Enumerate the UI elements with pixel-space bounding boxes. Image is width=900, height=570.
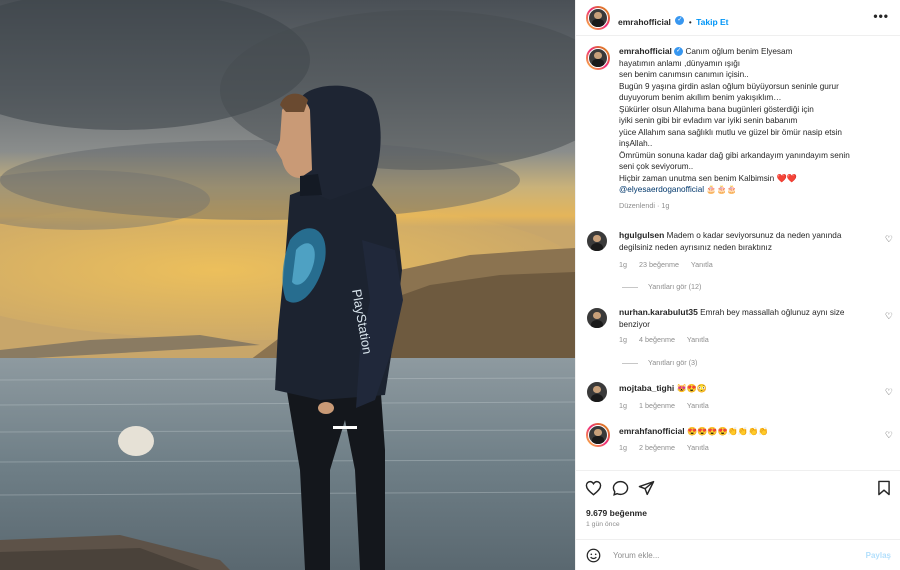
caption-line: duyuyorum benim akıllım benim yakışıklım…: [619, 93, 782, 102]
replies-divider: [622, 362, 638, 364]
reply-button[interactable]: Yanıtla: [687, 335, 709, 344]
comment-likes[interactable]: 4 beğenme: [639, 335, 675, 344]
reply-button[interactable]: Yanıtla: [687, 443, 709, 452]
caption-meta: Düzenlendi · 1g: [619, 200, 670, 210]
post-caption: emrahofficial ✓ Canım oğlum benim Elyesa…: [619, 46, 889, 211]
comment-time: 1g: [619, 401, 627, 410]
comment-bubble-icon[interactable]: [612, 480, 629, 501]
comment-text: degilsiniz neden ayrısınız neden bıraktı…: [619, 242, 772, 252]
share-paper-plane-icon[interactable]: [638, 480, 655, 501]
replies-divider: [622, 286, 638, 288]
comment-text: Emrah bey massallah oğlunuz aynı size: [700, 308, 845, 317]
mention-link[interactable]: @elyesaerdoganofficial: [619, 185, 704, 194]
post-header: emrahofficial ✓ • Takip Et •••: [576, 0, 900, 36]
like-comment-heart-icon[interactable]: ♡: [885, 234, 893, 245]
caption-line: Canım oğlum benim Elyesam: [685, 47, 793, 56]
post-comment-button[interactable]: Paylaş: [866, 551, 891, 560]
caption-line: yüce Allahım sana sağlıklı mutlu ve güze…: [619, 127, 842, 137]
verified-badge-icon: ✓: [675, 16, 685, 26]
commenter-username[interactable]: hgulgulsen: [619, 230, 664, 240]
comment-time: 1g: [619, 443, 627, 452]
add-comment-bar: Yorum ekle... Paylaş: [576, 539, 900, 570]
author-avatar[interactable]: [586, 6, 610, 30]
caption-line: seni çok seviyorum..: [619, 162, 694, 171]
more-options-icon[interactable]: •••: [873, 9, 889, 23]
comment-time: 1g: [619, 260, 627, 269]
view-replies-label: Yanıtları gör (3): [648, 358, 698, 367]
verified-badge-icon: ✓: [674, 47, 684, 57]
comment-text: benziyor: [619, 319, 650, 329]
mention-emoji: 🎂🎂🎂: [706, 185, 737, 194]
like-heart-icon[interactable]: [585, 480, 602, 501]
emoji-smiley-icon[interactable]: [586, 548, 601, 568]
commenter-username[interactable]: mojtaba_tighi: [619, 383, 674, 393]
reply-button[interactable]: Yanıtla: [687, 401, 709, 410]
view-replies-label: Yanıtları gör (12): [648, 282, 702, 291]
caption-username[interactable]: emrahofficial: [619, 46, 672, 56]
comment-likes[interactable]: 23 beğenme: [639, 260, 679, 269]
caption-line: Hiçbir zaman unutma sen benim Kalbimsin …: [619, 173, 797, 183]
comment-text: 😻😍😳: [676, 384, 708, 393]
caption-line: inşAllah..: [619, 139, 653, 148]
commenter-username[interactable]: emrahfanofficial: [619, 426, 685, 436]
post-panel: emrahofficial ✓ • Takip Et ••• emrahoffi…: [575, 0, 900, 570]
caption-avatar[interactable]: [586, 46, 610, 70]
commenter-avatar[interactable]: [586, 307, 608, 329]
commenter-avatar[interactable]: [586, 381, 608, 403]
like-count[interactable]: 9.679 beğenme: [586, 508, 647, 518]
post-time: 1 gün önce: [586, 521, 620, 528]
commenter-username[interactable]: nurhan.karabulut35: [619, 307, 698, 317]
comment-text: 😍😍😍😍👏👏👏👏: [686, 427, 769, 436]
caption-line: Ömrümün sonuna kadar dağ gibi arkandayım…: [619, 150, 850, 160]
separator-dot: •: [688, 18, 692, 27]
reply-button[interactable]: Yanıtla: [691, 260, 713, 269]
author-username[interactable]: emrahofficial: [618, 17, 671, 27]
photo-image: PlayStation: [0, 0, 575, 570]
comment-likes[interactable]: 2 beğenme: [639, 443, 675, 452]
post-actions: 9.679 beğenme 1 gün önce Yorum ekle... P…: [576, 470, 900, 570]
view-replies-button[interactable]: Yanıtları gör (12): [622, 282, 701, 291]
comment-text: Madem o kadar seviyorsunuz da neden yanı…: [666, 231, 842, 240]
caption-line: sen benim canımsın canımın içisin..: [619, 70, 749, 79]
comment-likes[interactable]: 1 beğenme: [639, 401, 675, 410]
caption-line: hayatımın anlamı ,dünyamın ışığı: [619, 58, 741, 68]
caption-line: Şükürler olsun Allahıma bana bugünleri g…: [619, 104, 814, 114]
post-photo[interactable]: PlayStation: [0, 0, 575, 570]
commenter-avatar[interactable]: [586, 423, 610, 447]
like-comment-heart-icon[interactable]: ♡: [885, 430, 893, 441]
like-comment-heart-icon[interactable]: ♡: [885, 311, 893, 322]
caption-line: Bugün 9 yaşına girdin aslan oğlum büyüyo…: [619, 81, 839, 91]
comment-time: 1g: [619, 335, 627, 344]
view-replies-button[interactable]: Yanıtları gör (3): [622, 358, 697, 367]
save-bookmark-icon[interactable]: [877, 480, 891, 501]
like-comment-heart-icon[interactable]: ♡: [885, 387, 893, 398]
caption-line: iyiki senin gibi bir evladım var iyiki s…: [619, 116, 798, 125]
follow-button[interactable]: Takip Et: [696, 17, 728, 27]
commenter-avatar[interactable]: [586, 230, 608, 252]
comment-input[interactable]: Yorum ekle...: [613, 551, 659, 560]
